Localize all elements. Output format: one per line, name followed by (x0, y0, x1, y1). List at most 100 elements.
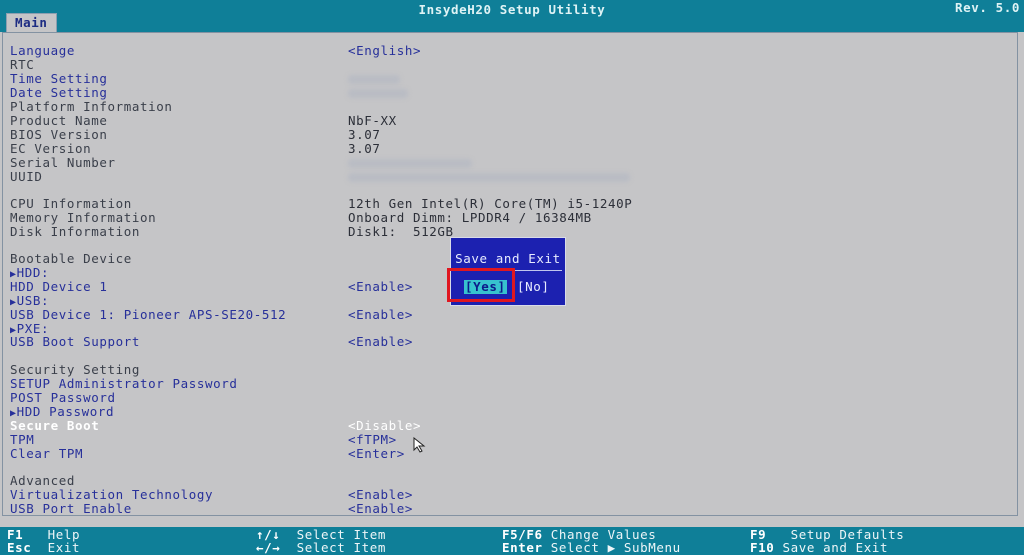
security-label: Security Setting (10, 362, 141, 377)
dialog-title: Save and Exit (455, 251, 561, 266)
virtualization-row[interactable]: Virtualization Technology (10, 488, 213, 502)
hdd-submenu[interactable]: ▶HDD: (10, 265, 50, 281)
virtualization-label: Virtualization Technology (10, 487, 214, 502)
time-setting-row[interactable]: Time Setting (10, 72, 108, 86)
tpm-value[interactable]: <fTPM> (348, 433, 397, 447)
usb-port-row[interactable]: USB Port Enable (10, 502, 132, 516)
date-setting-row[interactable]: Date Setting (10, 86, 108, 100)
tab-bar (0, 18, 1024, 32)
language-label: Language (10, 43, 76, 58)
uuid-row: UUID (10, 170, 43, 184)
admin-password-label: SETUP Administrator Password (10, 376, 238, 391)
cpu-value: 12th Gen Intel(R) Core(TM) i5-1240P (348, 196, 633, 211)
leftright-select-item[interactable]: ←/→ Select Item (256, 541, 386, 554)
hdd-device-value[interactable]: <Enable> (348, 280, 413, 294)
clear-tpm-value[interactable]: <Enter> (348, 447, 405, 461)
hdd-label: HDD: (16, 265, 50, 280)
usb-port-label: USB Port Enable (10, 501, 132, 516)
bios-label: BIOS Version (10, 127, 108, 142)
post-password-row[interactable]: POST Password (10, 391, 116, 405)
redacted-blur (348, 89, 408, 98)
cpu-row: CPU Information (10, 197, 132, 211)
admin-password-row[interactable]: SETUP Administrator Password (10, 377, 238, 391)
secure-boot-value[interactable]: <Disable> (348, 419, 421, 433)
time-setting-label: Time Setting (10, 71, 108, 86)
no-button[interactable]: [No] (517, 280, 550, 294)
bios-value: 3.07 (348, 127, 381, 142)
security-heading: Security Setting (10, 363, 140, 377)
product-label: Product Name (10, 113, 108, 128)
f10-key: F10 (750, 540, 775, 555)
usb-boot-value[interactable]: <Enable> (348, 335, 413, 349)
bios-row: BIOS Version (10, 128, 108, 142)
revision-label: Rev. 5.0 (954, 0, 1020, 15)
memory-value: Onboard Dimm: LPDDR4 / 16384MB (348, 210, 592, 225)
serial-value-redacted (348, 156, 472, 170)
ec-value: 3.07 (348, 141, 381, 156)
ec-row: EC Version (10, 142, 91, 156)
secure-boot-row[interactable]: Secure Boot (10, 419, 99, 433)
redacted-blur (348, 173, 630, 182)
leftright-text: Select Item (296, 540, 387, 555)
bootable-label: Bootable Device (10, 251, 132, 266)
tab-main[interactable]: Main (6, 13, 57, 33)
ec-label: EC Version (10, 141, 92, 156)
disk-row: Disk Information (10, 225, 140, 239)
f10-save-exit[interactable]: F10 Save and Exit (750, 541, 888, 554)
cpu-label: CPU Information (10, 196, 132, 211)
bootable-heading: Bootable Device (10, 252, 132, 266)
title-bar: InsydeH20 Setup Utility Rev. 5.0 (0, 0, 1024, 18)
language-value[interactable]: <English> (348, 44, 421, 58)
serial-row: Serial Number (10, 156, 116, 170)
app-title: InsydeH20 Setup Utility (418, 2, 606, 17)
date-value-redacted (348, 86, 408, 100)
language-row[interactable]: Language (10, 44, 75, 58)
hdd-password-label: HDD Password (16, 404, 115, 419)
disk-label: Disk Information (10, 224, 141, 239)
redacted-blur (348, 159, 472, 168)
esc-exit[interactable]: Esc Exit (7, 541, 80, 554)
memory-label: Memory Information (10, 210, 157, 225)
advanced-label: Advanced (10, 473, 76, 488)
product-row: Product Name (10, 114, 108, 128)
clear-tpm-label: Clear TPM (10, 446, 84, 461)
hdd-device-row[interactable]: HDD Device 1 (10, 280, 108, 294)
uuid-label: UUID (10, 169, 43, 184)
uuid-value-redacted (348, 170, 630, 184)
hdd-password-submenu[interactable]: ▶HDD Password (10, 404, 115, 420)
esc-key: Esc (7, 540, 32, 555)
usb-boot-row[interactable]: USB Boot Support (10, 335, 140, 349)
time-value-redacted (348, 72, 400, 86)
clear-tpm-row[interactable]: Clear TPM (10, 447, 83, 461)
advanced-heading: Advanced (10, 474, 75, 488)
rtc-label: RTC (10, 57, 35, 72)
virtualization-value[interactable]: <Enable> (348, 488, 413, 502)
tpm-label: TPM (10, 432, 35, 447)
hdd-device-label: HDD Device 1 (10, 279, 108, 294)
enter-key: Enter (502, 540, 543, 555)
usb-device-value[interactable]: <Enable> (348, 308, 413, 322)
help-bar: F1 Help Esc Exit ↑/↓ Select Item ←/→ Sel… (0, 527, 1024, 555)
platform-heading: Platform Information (10, 100, 173, 114)
usb-port-value[interactable]: <Enable> (348, 502, 413, 516)
secure-boot-label: Secure Boot (10, 418, 100, 433)
rtc-heading: RTC (10, 58, 34, 72)
platform-label: Platform Information (10, 99, 173, 114)
usb-boot-label: USB Boot Support (10, 334, 141, 349)
serial-label: Serial Number (10, 155, 116, 170)
leftright-arrow-icon: ←/→ (256, 540, 281, 555)
tpm-row[interactable]: TPM (10, 433, 34, 447)
memory-row: Memory Information (10, 211, 156, 225)
product-value: NbF-XX (348, 113, 397, 128)
usb-submenu[interactable]: ▶USB: (10, 293, 50, 309)
enter-text: Select ▶ SubMenu (550, 540, 681, 555)
esc-text: Exit (47, 540, 81, 555)
usb-label: USB: (16, 293, 50, 308)
enter-submenu[interactable]: Enter Select ▶ SubMenu (502, 541, 681, 554)
disk-value: Disk1: 512GB (348, 224, 454, 239)
usb-device-label: USB Device 1: Pioneer APS-SE20-512 (10, 307, 287, 322)
post-password-label: POST Password (10, 390, 116, 405)
usb-device-row[interactable]: USB Device 1: Pioneer APS-SE20-512 (10, 308, 286, 322)
date-setting-label: Date Setting (10, 85, 108, 100)
mouse-pointer-icon (413, 437, 426, 453)
